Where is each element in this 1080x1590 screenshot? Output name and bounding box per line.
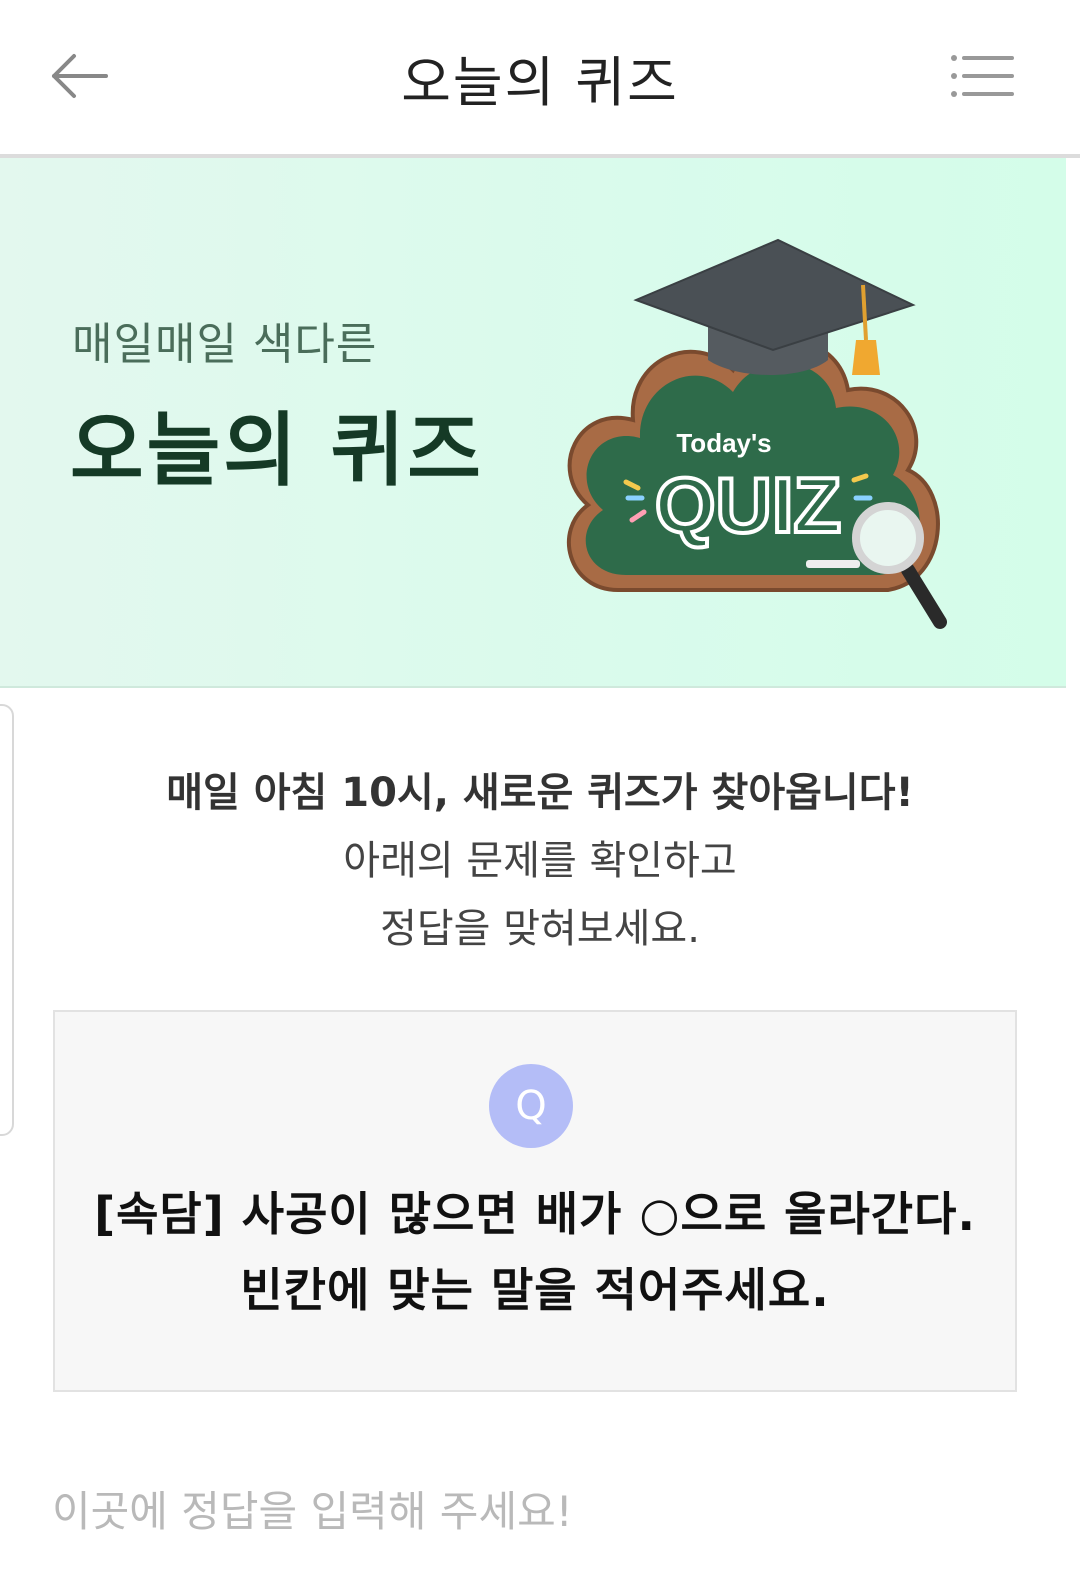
list-menu-icon — [951, 55, 1014, 97]
question-text-line-2: 빈칸에 맞는 말을 적어주세요. — [240, 1263, 830, 1317]
question-badge: Q — [489, 1064, 573, 1148]
today-label: Today's — [676, 428, 771, 458]
back-button[interactable] — [40, 40, 120, 112]
menu-button[interactable] — [940, 44, 1024, 108]
quiz-label: QUIZ — [655, 461, 841, 549]
banner-title: 오늘의 퀴즈 — [70, 404, 484, 497]
question-card: Q [속담] 사공이 많으면 배가 ○으로 올라간다. 빈칸에 맞는 말을 적어… — [53, 1010, 1017, 1392]
app-header: 오늘의 퀴즈 — [0, 0, 1080, 158]
banner-subtitle: 매일매일 색다른 — [72, 319, 378, 370]
intro-headline: 매일 아침 10시, 새로운 퀴즈가 찾아옵니다! — [166, 770, 914, 816]
answer-input[interactable] — [52, 1476, 1012, 1546]
intro-line-2: 아래의 문제를 확인하고 — [343, 838, 737, 884]
question-text-line-1: [속담] 사공이 많으면 배가 ○으로 올라간다. — [94, 1187, 976, 1241]
quiz-chalkboard-illustration: Today's QUIZ — [566, 238, 947, 629]
arrow-left-icon — [52, 54, 108, 98]
intro-line-3: 정답을 맞혀보세요. — [380, 906, 700, 952]
page-title: 오늘의 퀴즈 — [401, 51, 679, 114]
quiz-banner: 매일매일 색다른 오늘의 퀴즈 Today's QUIZ — [0, 158, 1066, 688]
